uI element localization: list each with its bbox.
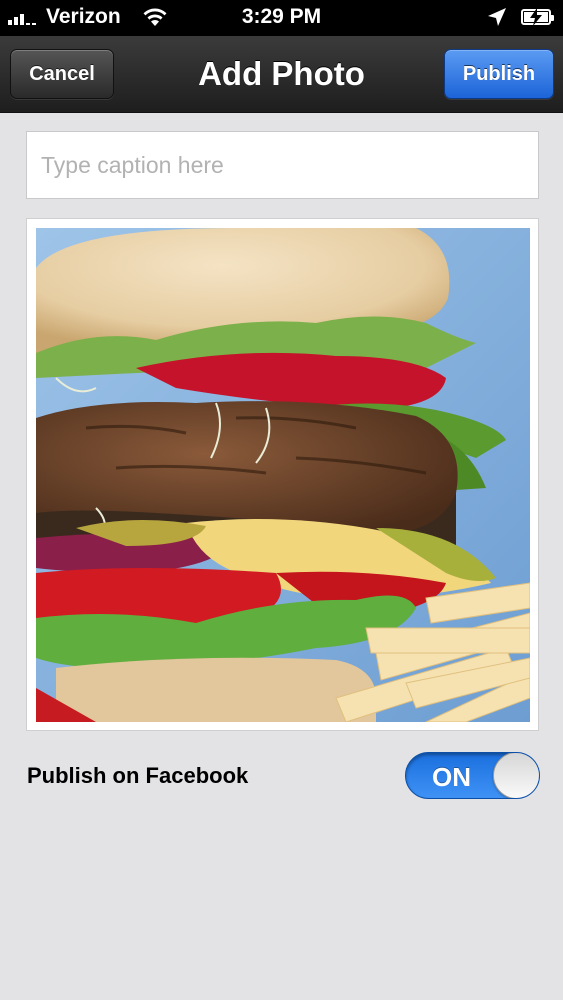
burger-with-fries-photo [36, 228, 530, 722]
status-bar: Verizon 3:29 PM [0, 0, 563, 36]
location-arrow-icon [487, 7, 507, 33]
publish-button[interactable]: Publish [444, 49, 554, 99]
facebook-toggle[interactable]: ON [405, 752, 540, 799]
battery-charging-icon [521, 8, 554, 26]
caption-input[interactable] [26, 131, 539, 199]
navigation-bar: Cancel Add Photo Publish [0, 36, 563, 113]
toggle-state-label: ON [432, 762, 471, 792]
publish-on-facebook-label: Publish on Facebook [27, 763, 249, 788]
toggle-knob[interactable] [493, 753, 539, 798]
status-time: 3:29 PM [241, 5, 322, 28]
photo-frame [26, 218, 539, 731]
